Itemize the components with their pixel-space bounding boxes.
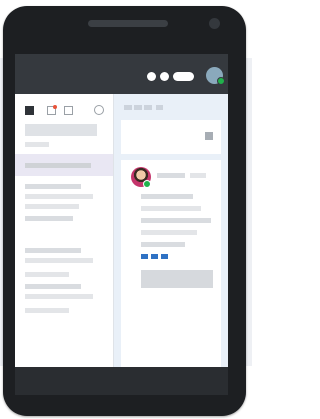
card-author-name xyxy=(157,173,185,178)
more-dot-icon[interactable] xyxy=(147,72,156,81)
card-line xyxy=(141,230,197,235)
card-line xyxy=(141,194,193,199)
card-line xyxy=(141,206,201,211)
sidebar-item[interactable] xyxy=(25,284,81,289)
header-segment xyxy=(134,105,142,110)
top-app-bar xyxy=(15,54,228,94)
tag-icon[interactable] xyxy=(141,254,148,259)
sidebar-item[interactable] xyxy=(25,272,69,277)
card-timestamp xyxy=(190,173,206,178)
tag-icon[interactable] xyxy=(151,254,158,259)
compose-box[interactable] xyxy=(121,120,221,154)
new-doc-icon[interactable] xyxy=(47,105,57,115)
phone-screen xyxy=(15,54,228,367)
message-card[interactable] xyxy=(121,160,221,367)
speaker-grille xyxy=(88,20,168,27)
stop-square-icon[interactable] xyxy=(25,106,34,115)
main-pane xyxy=(114,94,228,367)
sidebar-item[interactable] xyxy=(25,294,93,299)
camera-icon xyxy=(209,18,220,29)
sidebar-item[interactable] xyxy=(25,308,69,313)
pill-toggle-icon[interactable] xyxy=(173,72,194,81)
card-line xyxy=(141,242,185,247)
tag-icon[interactable] xyxy=(161,254,168,259)
header-segment xyxy=(156,105,163,110)
user-avatar-icon[interactable] xyxy=(206,67,225,85)
checkbox-icon[interactable] xyxy=(64,106,73,115)
user-avatar-icon[interactable] xyxy=(131,167,151,188)
circle-icon[interactable] xyxy=(94,105,104,115)
presence-indicator xyxy=(217,77,225,85)
sidebar-item[interactable] xyxy=(25,184,81,189)
presence-indicator xyxy=(143,180,151,188)
sidebar-label xyxy=(25,142,49,147)
phone-bottom-bezel xyxy=(15,367,228,395)
sidebar xyxy=(15,94,113,367)
sidebar-item[interactable] xyxy=(25,194,93,199)
sidebar-search-field[interactable] xyxy=(25,124,97,136)
card-action-button[interactable] xyxy=(141,270,213,288)
sidebar-item[interactable] xyxy=(25,204,79,209)
sidebar-item[interactable] xyxy=(25,258,93,263)
sidebar-item-label xyxy=(25,163,91,168)
sidebar-item[interactable] xyxy=(25,248,81,253)
notification-badge xyxy=(53,105,57,109)
sidebar-item[interactable] xyxy=(25,216,73,221)
card-line xyxy=(141,218,211,223)
compose-icon[interactable] xyxy=(205,132,213,140)
header-segment xyxy=(124,105,132,110)
header-segment xyxy=(144,105,152,110)
more-dot-icon[interactable] xyxy=(160,72,169,81)
